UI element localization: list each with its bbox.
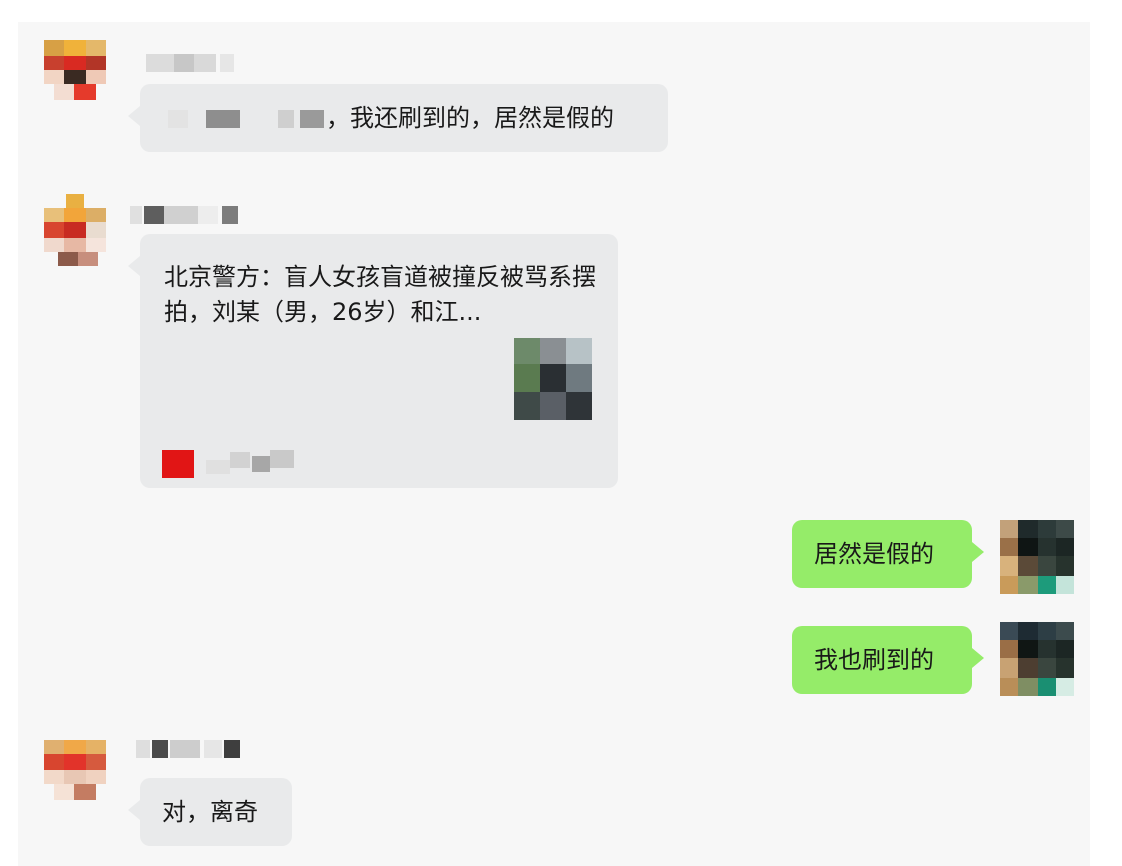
message-text: 居然是假的 bbox=[814, 540, 934, 568]
redacted-text bbox=[278, 110, 294, 128]
message-text: ，我还刷到的，居然是假的 bbox=[326, 104, 614, 132]
avatar-sender-2[interactable] bbox=[44, 194, 106, 266]
link-card-source-name bbox=[252, 456, 270, 472]
sender-name-2 bbox=[130, 206, 240, 224]
avatar-self[interactable] bbox=[1000, 520, 1074, 594]
avatar-sender-3[interactable] bbox=[44, 740, 106, 812]
chat-panel: ，我还刷到的，居然是假的 北京警方：盲人女孩盲道被撞反被骂系摆拍，刘某（男，26… bbox=[18, 22, 1090, 866]
message-text: 对，离奇 bbox=[162, 798, 258, 826]
avatar-self[interactable] bbox=[1000, 622, 1074, 696]
source-logo-icon bbox=[162, 450, 194, 478]
message-bubble-1[interactable]: ，我还刷到的，居然是假的 bbox=[128, 84, 668, 152]
message-bubble-5[interactable]: 对，离奇 bbox=[128, 778, 292, 846]
link-card[interactable]: 北京警方：盲人女孩盲道被撞反被骂系摆拍，刘某（男，26岁）和江... bbox=[128, 234, 618, 488]
message-bubble-4[interactable]: 我也刷到的 bbox=[792, 626, 984, 694]
link-card-source-name bbox=[206, 460, 230, 474]
redacted-text bbox=[300, 110, 324, 128]
redacted-text bbox=[168, 110, 188, 128]
link-card-thumbnail bbox=[514, 338, 592, 420]
link-card-source-name bbox=[270, 450, 294, 468]
redacted-text bbox=[206, 110, 240, 128]
message-bubble-3[interactable]: 居然是假的 bbox=[792, 520, 984, 588]
link-card-title: 北京警方：盲人女孩盲道被撞反被骂系摆拍，刘某（男，26岁）和江... bbox=[164, 263, 596, 326]
sender-name-3 bbox=[136, 740, 240, 758]
message-text: 我也刷到的 bbox=[814, 646, 934, 674]
link-card-source-name bbox=[230, 452, 250, 468]
avatar-sender-1[interactable] bbox=[44, 40, 106, 112]
sender-name-1 bbox=[146, 54, 238, 72]
